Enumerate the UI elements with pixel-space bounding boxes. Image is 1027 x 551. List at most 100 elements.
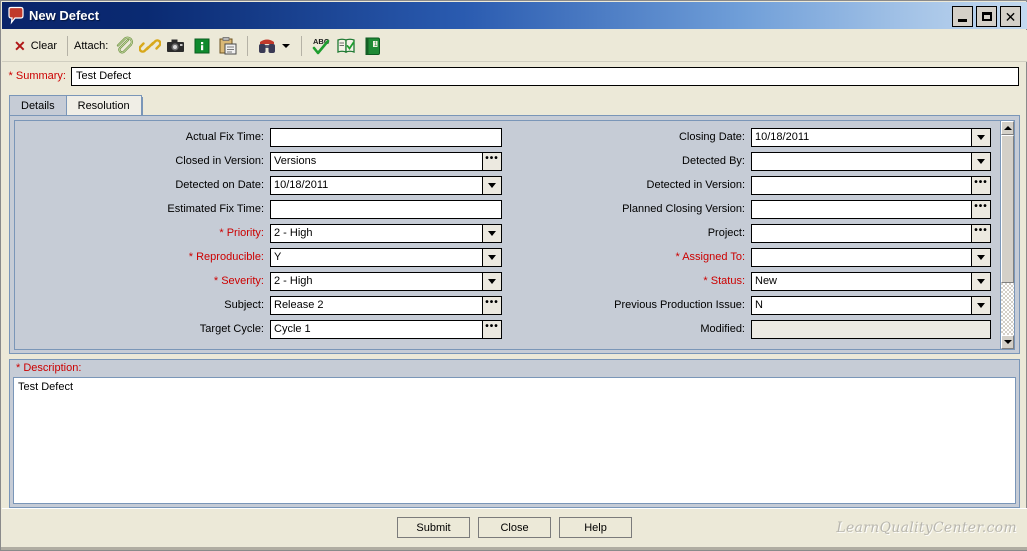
chevron-down-icon[interactable]	[972, 295, 991, 315]
find-similar-dropdown-caret[interactable]	[282, 43, 291, 48]
field-value[interactable]: Cycle 1	[270, 319, 483, 339]
ellipsis-button[interactable]: •••	[483, 295, 502, 315]
field-value[interactable]: 2 - High	[270, 223, 483, 243]
field-label: Closed in Version:	[175, 155, 264, 167]
ellipsis-button[interactable]: •••	[483, 151, 502, 171]
field-value[interactable]: Y	[270, 247, 483, 267]
field-value[interactable]	[751, 175, 972, 195]
field-control[interactable]: Versions •••	[270, 151, 502, 171]
field-actual-fix-time: Actual Fix Time:	[10, 125, 510, 149]
submit-button[interactable]: Submit	[397, 517, 470, 538]
clear-button[interactable]: ✕ Clear	[10, 34, 61, 58]
summary-label: * Summary:	[8, 70, 66, 82]
field-value[interactable]: Release 2	[270, 295, 483, 315]
scrollbar-thumb[interactable]	[1001, 135, 1014, 283]
camera-icon[interactable]	[165, 35, 187, 57]
field-status: * Status: New	[515, 269, 1000, 293]
field-target-cycle: Target Cycle: Cycle 1 •••	[10, 317, 510, 341]
ellipsis-button[interactable]: •••	[972, 199, 991, 219]
details-left-column: Actual Fix Time: Closed in Version: Vers…	[10, 125, 510, 341]
thesaurus-icon[interactable]	[336, 35, 358, 57]
field-value[interactable]: 10/18/2011	[270, 175, 483, 195]
field-control[interactable]: 2 - High	[270, 223, 502, 243]
maximize-button[interactable]	[976, 6, 997, 27]
chevron-down-icon[interactable]	[483, 247, 502, 267]
field-modified: Modified:	[515, 317, 1000, 341]
field-value[interactable]: N	[751, 295, 972, 315]
tab-details[interactable]: Details	[9, 95, 67, 116]
field-control[interactable]	[751, 151, 991, 171]
field-control[interactable]: •••	[751, 223, 991, 243]
details-right-column: Closing Date: 10/18/2011 Detected By: De…	[515, 125, 1000, 341]
chevron-down-icon[interactable]	[483, 223, 502, 243]
minimize-button[interactable]	[952, 6, 973, 27]
summary-row: * Summary: Test Defect	[2, 63, 1027, 89]
spell-check-icon[interactable]: ABC	[310, 35, 332, 57]
field-label: * Priority:	[219, 227, 264, 239]
field-assigned-to: * Assigned To:	[515, 245, 1000, 269]
chevron-down-icon[interactable]	[972, 151, 991, 171]
field-value[interactable]	[751, 247, 972, 267]
help-button[interactable]: Help	[559, 517, 632, 538]
paperclip-icon[interactable]	[113, 35, 135, 57]
chevron-down-icon[interactable]	[972, 127, 991, 147]
field-value[interactable]: Versions	[270, 151, 483, 171]
field-control[interactable]: Cycle 1 •••	[270, 319, 502, 339]
field-value[interactable]: New	[751, 271, 972, 291]
field-priority: * Priority: 2 - High	[10, 221, 510, 245]
scroll-down-icon[interactable]	[1001, 335, 1014, 349]
field-value[interactable]	[270, 199, 502, 219]
field-closing-date: Closing Date: 10/18/2011	[515, 125, 1000, 149]
chevron-down-icon[interactable]	[972, 247, 991, 267]
ellipsis-button[interactable]: •••	[972, 223, 991, 243]
field-control[interactable]: •••	[751, 199, 991, 219]
field-value[interactable]: 10/18/2011	[751, 127, 972, 147]
clipboard-icon[interactable]	[217, 35, 239, 57]
field-value[interactable]	[751, 151, 972, 171]
field-value[interactable]	[751, 199, 972, 219]
field-control[interactable]: •••	[751, 175, 991, 195]
tab-resolution[interactable]: Resolution	[66, 95, 142, 116]
field-control[interactable]	[751, 247, 991, 267]
field-value[interactable]: 2 - High	[270, 271, 483, 291]
spelling-options-icon[interactable]: 1	[362, 35, 384, 57]
field-control[interactable]: 10/18/2011	[751, 127, 991, 147]
description-textarea[interactable]: Test Defect	[13, 377, 1016, 504]
field-control[interactable]: New	[751, 271, 991, 291]
field-label: Actual Fix Time:	[185, 131, 264, 143]
summary-input[interactable]: Test Defect	[71, 66, 1019, 86]
field-control[interactable]: 2 - High	[270, 271, 502, 291]
scroll-up-icon[interactable]	[1001, 121, 1014, 135]
tab-bar: Details Resolution	[9, 94, 1020, 116]
field-control[interactable]: Release 2 •••	[270, 295, 502, 315]
field-detected-by: Detected By:	[515, 149, 1000, 173]
toolbar-separator-2	[247, 35, 249, 56]
link-icon[interactable]	[138, 35, 162, 57]
find-similar-defects-icon[interactable]	[256, 35, 278, 57]
chevron-down-icon[interactable]	[483, 271, 502, 291]
scrollbar-track[interactable]	[1001, 283, 1014, 335]
description-panel: * Description: Test Defect	[9, 359, 1020, 508]
field-control[interactable]: Y	[270, 247, 502, 267]
field-control[interactable]: N	[751, 295, 991, 315]
details-vertical-scrollbar[interactable]	[1000, 120, 1015, 350]
close-dialog-button[interactable]: Close	[478, 517, 551, 538]
field-control[interactable]: 10/18/2011	[270, 175, 502, 195]
chevron-down-icon[interactable]	[972, 271, 991, 291]
ellipsis-button[interactable]: •••	[483, 319, 502, 339]
system-info-icon[interactable]	[191, 35, 213, 57]
field-control[interactable]	[270, 199, 502, 219]
field-control[interactable]	[270, 127, 502, 147]
field-planned-closing-version: Planned Closing Version: •••	[515, 197, 1000, 221]
window-bottom-edge	[1, 547, 1027, 550]
field-label: * Assigned To:	[675, 251, 745, 263]
window-controls: ✕	[952, 6, 1021, 27]
field-value[interactable]	[270, 127, 502, 147]
field-value[interactable]	[751, 223, 972, 243]
ellipsis-button[interactable]: •••	[972, 175, 991, 195]
chevron-down-icon[interactable]	[483, 175, 502, 195]
close-button[interactable]: ✕	[1000, 6, 1021, 27]
field-project: Project: •••	[515, 221, 1000, 245]
field-label: Project:	[707, 227, 745, 239]
toolbar-separator	[67, 35, 69, 56]
